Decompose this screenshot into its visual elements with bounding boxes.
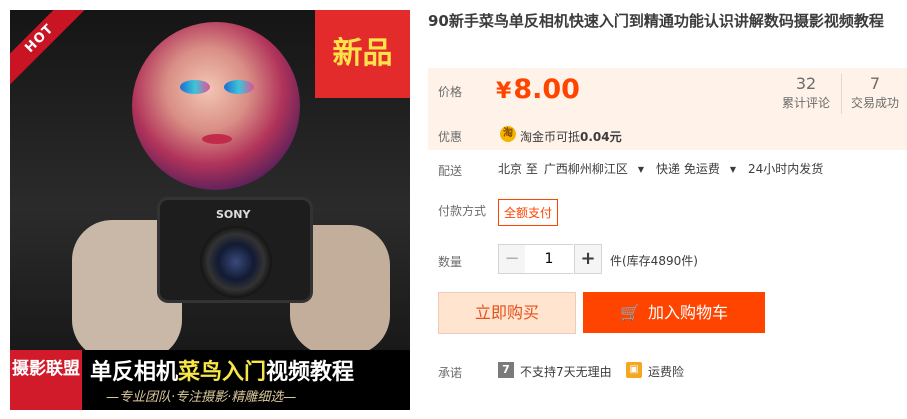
promo-label: 优惠 [438,130,463,144]
dispatch-time: 24小时内发货 [747,162,824,176]
camera-lens [200,226,272,298]
price-amount: 8.00 [513,74,580,105]
model-portrait [132,22,300,190]
shipping-row: 北京 至广西柳州柳江区 ▼ 快递 免运费 ▼ 24小时内发货 [498,160,829,177]
banner-title: 单反相机菜鸟入门视频教程 [90,354,354,386]
camera-brand: SONY [216,208,251,221]
ship-to-value: 广西柳州柳江区 [543,162,628,176]
promise-label: 承诺 [438,366,463,380]
taobao-coin-icon: 淘 [500,126,516,142]
quantity-increase-button[interactable]: + [574,244,602,274]
add-to-cart-button[interactable]: 🛒 加入购物车 [583,292,765,333]
currency-symbol: ¥ [496,79,512,104]
quantity-input[interactable] [525,244,573,274]
banner-subtitle: —专业团队·专注摄影·精雕细选— [106,390,297,405]
reviews-stat[interactable]: 32 累计评论 [773,74,839,111]
buy-now-button[interactable]: 立即购买 [438,292,576,334]
banner-tag: 摄影联盟 [10,350,82,410]
eye-makeup-left [180,80,210,94]
sales-count: 7 [869,74,881,93]
promo-text: 淘金币可抵0.04元 [520,128,622,145]
ship-to-select[interactable]: 广西柳州柳江区 ▼ [544,162,650,176]
banner-title-part2: 菜鸟入门 [178,360,267,385]
price-panel: 价格 ¥8.00 32 累计评论 7 交易成功 [428,68,907,120]
sales-stat[interactable]: 7 交易成功 [841,74,907,114]
seven-day-icon: 7 [498,362,514,378]
price-label: 价格 [438,85,463,99]
eye-makeup-right [224,80,254,94]
camera-illustration: SONY [160,200,310,300]
reviews-label: 累计评论 [781,96,830,110]
sales-label: 交易成功 [850,96,899,110]
chevron-down-icon: ▼ [637,165,644,174]
payment-label: 付款方式 [438,204,487,218]
shipping-insurance-text[interactable]: 运费险 [648,363,684,380]
promo-panel: 优惠 淘 淘金币可抵0.04元 [428,120,907,150]
reviews-count: 32 [795,74,817,93]
ship-method-value: 快递 免运费 [656,162,720,176]
shipping-insurance-icon: ▣ [626,362,642,378]
quantity-decrease-button[interactable]: − [498,244,526,274]
quantity-label: 数量 [438,255,463,269]
price-value: ¥8.00 [496,74,580,105]
product-title: 90新手菜鸟单反相机快速入门到精通功能认识讲解数码摄影视频教程 [428,12,884,30]
ship-method-select[interactable]: 快递 免运费 ▼ [656,162,742,176]
image-banner: 摄影联盟 单反相机菜鸟入门视频教程 —专业团队·专注摄影·精雕细选— [10,350,410,410]
cart-icon: 🛒 [620,303,640,322]
promo-amount: 0.04元 [580,130,622,144]
hot-ribbon: HOT [10,10,91,90]
promo-text-prefix: 淘金币可抵 [520,130,581,144]
lips [202,134,232,144]
banner-title-part3: 视频教程 [266,360,355,385]
chevron-down-icon: ▼ [729,165,736,174]
stock-text: 件(库存4890件) [610,254,698,268]
new-badge: 新品 [315,10,410,98]
ship-from: 北京 至 [498,162,538,176]
banner-title-part1: 单反相机 [90,360,179,385]
product-image[interactable]: HOT 新品 SONY 摄影联盟 单反相机菜鸟入门视频教程 —专业团队·专注摄影… [10,10,410,410]
shipping-label: 配送 [438,164,463,178]
add-to-cart-label: 加入购物车 [647,303,728,322]
no-return-text: 不支持7天无理由 [520,365,612,379]
payment-option-full[interactable]: 全额支付 [498,199,559,226]
